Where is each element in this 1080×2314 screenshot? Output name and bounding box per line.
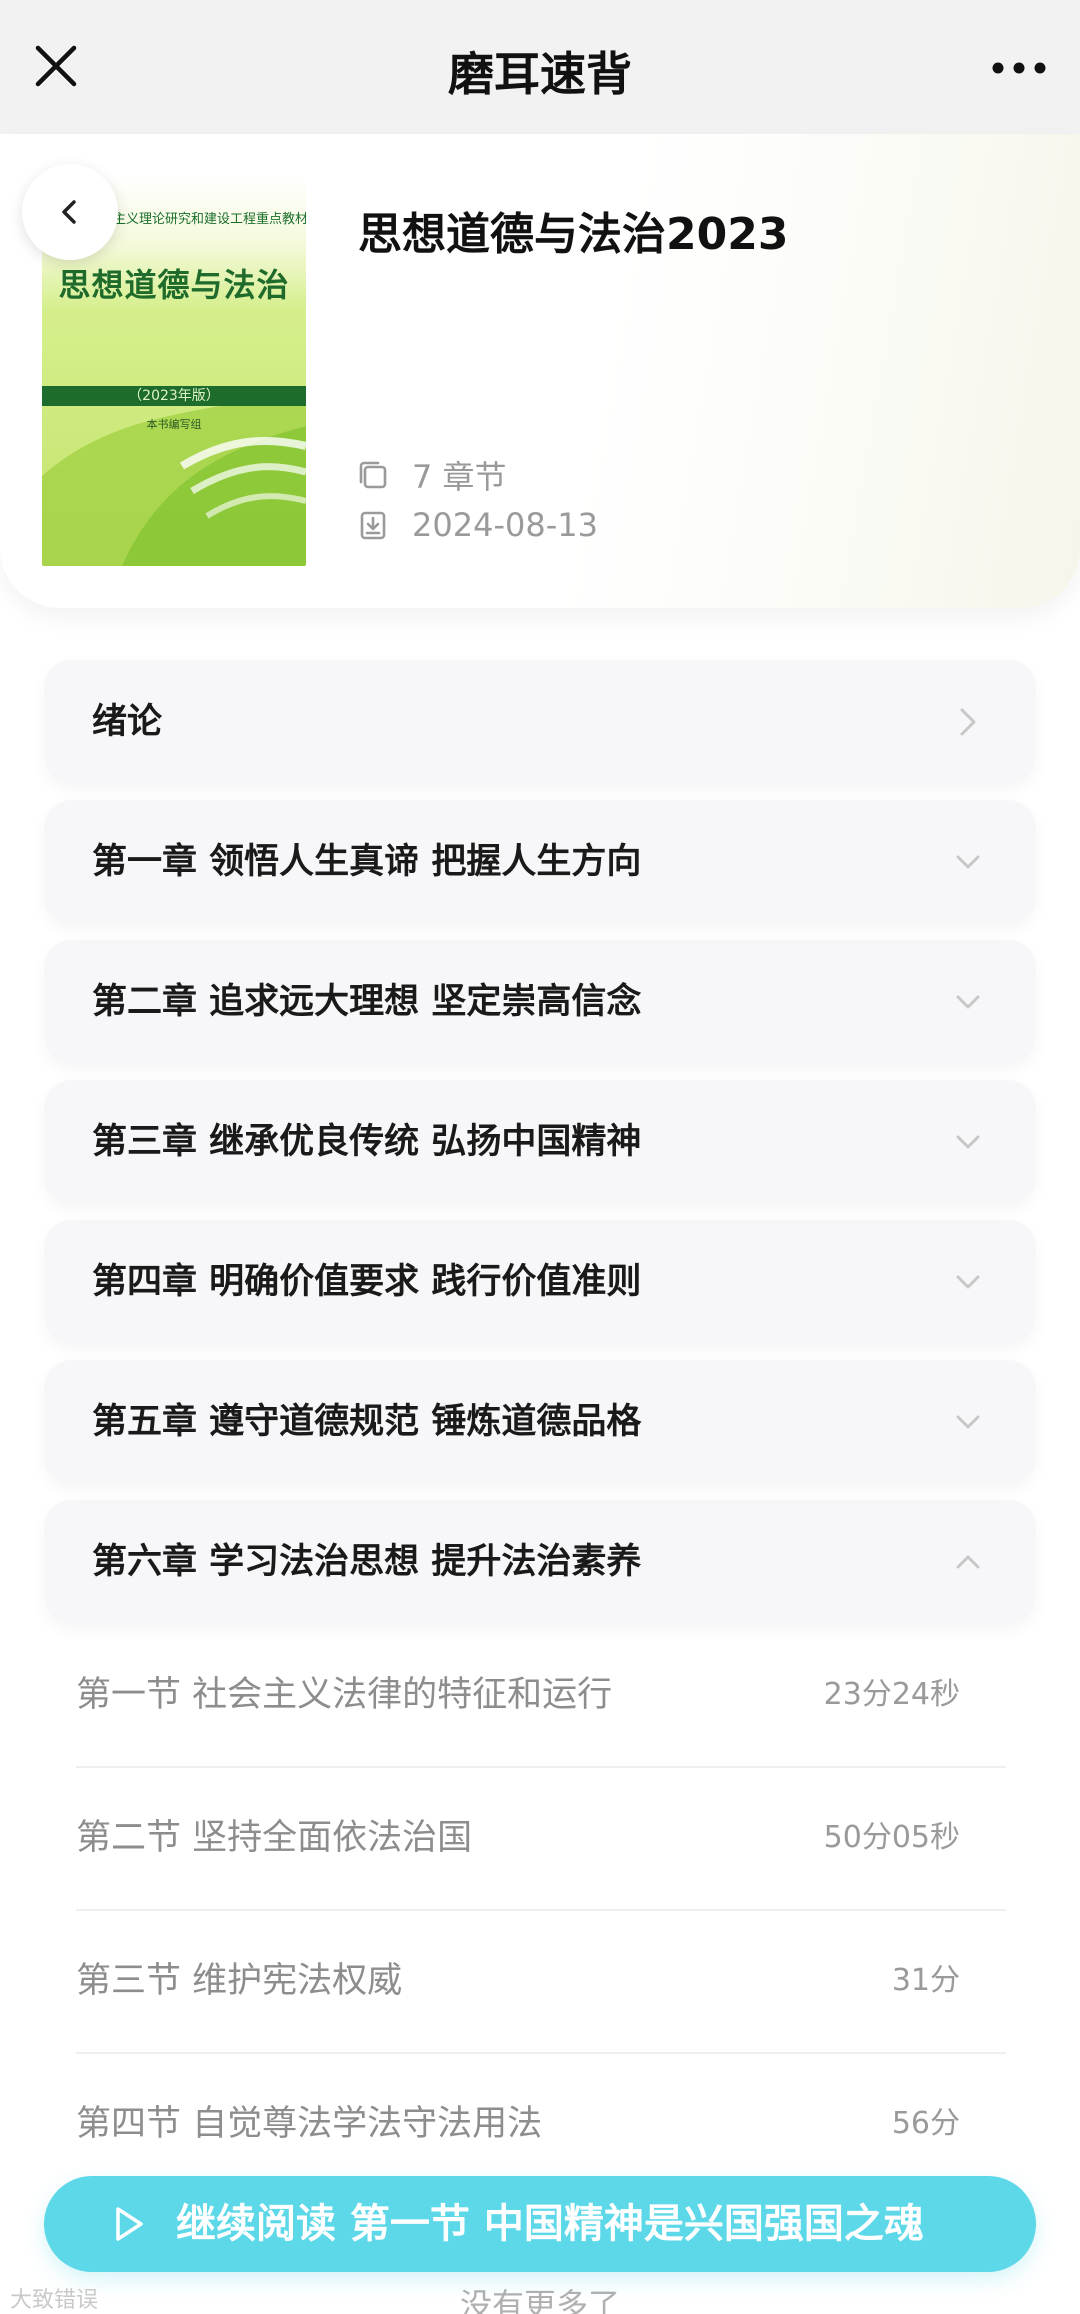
date-row: 2024-08-13 bbox=[356, 506, 598, 544]
book-title: 思想道德与法治2023 bbox=[358, 209, 789, 260]
chapter-label: 绪论 bbox=[92, 702, 163, 742]
no-more-text: 没有更多了 bbox=[459, 2286, 620, 2314]
book-header-card: 马克思主义理论研究和建设工程重点教材 思想道德与法治 （2023年版） 本书编写… bbox=[0, 134, 1080, 608]
section-label: 第一节 社会主义法律的特征和运行 bbox=[76, 1675, 613, 1715]
section-item-4[interactable]: 第四节 自觉尊法学法守法用法 56分 bbox=[76, 2053, 1006, 2195]
continue-reading-label: 继续阅读 第一节 中国精神是兴国强国之魂 bbox=[176, 2201, 924, 2247]
section-label: 第二节 坚持全面依法治国 bbox=[76, 1818, 473, 1858]
watermark-text: 大致错误 bbox=[10, 2288, 99, 2313]
chapter-label: 第六章 学习法治思想 提升法治素养 bbox=[92, 1542, 642, 1582]
chevron-down-icon bbox=[956, 1135, 980, 1149]
chapter-count: 7 章节 bbox=[412, 458, 507, 496]
download-icon bbox=[360, 511, 386, 540]
chevron-right-icon bbox=[960, 708, 976, 736]
play-icon bbox=[116, 2207, 143, 2241]
continue-reading-button[interactable]: 继续阅读 第一节 中国精神是兴国强国之魂 bbox=[44, 2176, 1036, 2272]
top-bar: 磨耳速背 bbox=[0, 0, 1080, 134]
chapter-label: 第三章 继承优良传统 弘扬中国精神 bbox=[92, 1122, 642, 1162]
chapter-item-3[interactable]: 第三章 继承优良传统 弘扬中国精神 bbox=[44, 1080, 1036, 1204]
chevron-down-icon bbox=[956, 1415, 980, 1429]
cover-title: 思想道德与法治 bbox=[58, 266, 290, 304]
app-title: 磨耳速背 bbox=[448, 47, 632, 101]
chapter-label: 第二章 追求远大理想 坚定崇高信念 bbox=[92, 982, 642, 1022]
section-label: 第三节 维护宪法权威 bbox=[76, 1961, 403, 2001]
section-item-1[interactable]: 第一节 社会主义法律的特征和运行 23分24秒 bbox=[76, 1624, 1006, 1766]
page: 磨耳速背 马克思主义理论研究和建设工程重点教材 思想道德与法治 （2023年版）… bbox=[0, 0, 1080, 2314]
chapter-item-5[interactable]: 第五章 遵守道德规范 锤炼道德品格 bbox=[44, 1360, 1036, 1484]
chapters-icon bbox=[359, 461, 387, 489]
chapter-item-6[interactable]: 第六章 学习法治思想 提升法治素养 bbox=[44, 1500, 1036, 1624]
more-dots-icon[interactable] bbox=[984, 38, 1054, 98]
section-label: 第四节 自觉尊法学法守法用法 bbox=[76, 2104, 543, 2144]
chevron-down-icon bbox=[956, 1275, 980, 1289]
section-item-3[interactable]: 第三节 维护宪法权威 31分 bbox=[76, 1910, 1006, 2052]
chevron-up-icon bbox=[956, 1555, 980, 1569]
chapter-item-2[interactable]: 第二章 追求远大理想 坚定崇高信念 bbox=[44, 940, 1036, 1064]
section-duration: 50分05秒 bbox=[823, 1820, 960, 1855]
section-duration: 31分 bbox=[891, 1963, 960, 1998]
chevron-down-icon bbox=[956, 995, 980, 1009]
chapter-item-4[interactable]: 第四章 明确价值要求 践行价值准则 bbox=[44, 1220, 1036, 1344]
chapter-label: 第五章 遵守道德规范 锤炼道德品格 bbox=[92, 1402, 642, 1442]
section-duration: 56分 bbox=[891, 2106, 960, 2141]
chapter-label: 第一章 领悟人生真谛 把握人生方向 bbox=[92, 842, 642, 882]
chevron-down-icon bbox=[956, 855, 980, 869]
cover-author: 本书编写组 bbox=[146, 418, 202, 431]
section-item-2[interactable]: 第二节 坚持全面依法治国 50分05秒 bbox=[76, 1767, 1006, 1909]
chapter-count-row: 7 章节 bbox=[356, 452, 507, 498]
back-button[interactable] bbox=[22, 164, 118, 260]
chapter-label: 第四章 明确价值要求 践行价值准则 bbox=[92, 1262, 642, 1302]
chapter-item-1[interactable]: 第一章 领悟人生真谛 把握人生方向 bbox=[44, 800, 1036, 924]
section-duration: 23分24秒 bbox=[823, 1677, 960, 1712]
chevron-left-icon bbox=[62, 200, 76, 224]
chapter-item-intro[interactable]: 绪论 bbox=[44, 660, 1036, 784]
cover-edition: （2023年版） bbox=[42, 386, 306, 406]
publish-date: 2024-08-13 bbox=[412, 506, 598, 544]
